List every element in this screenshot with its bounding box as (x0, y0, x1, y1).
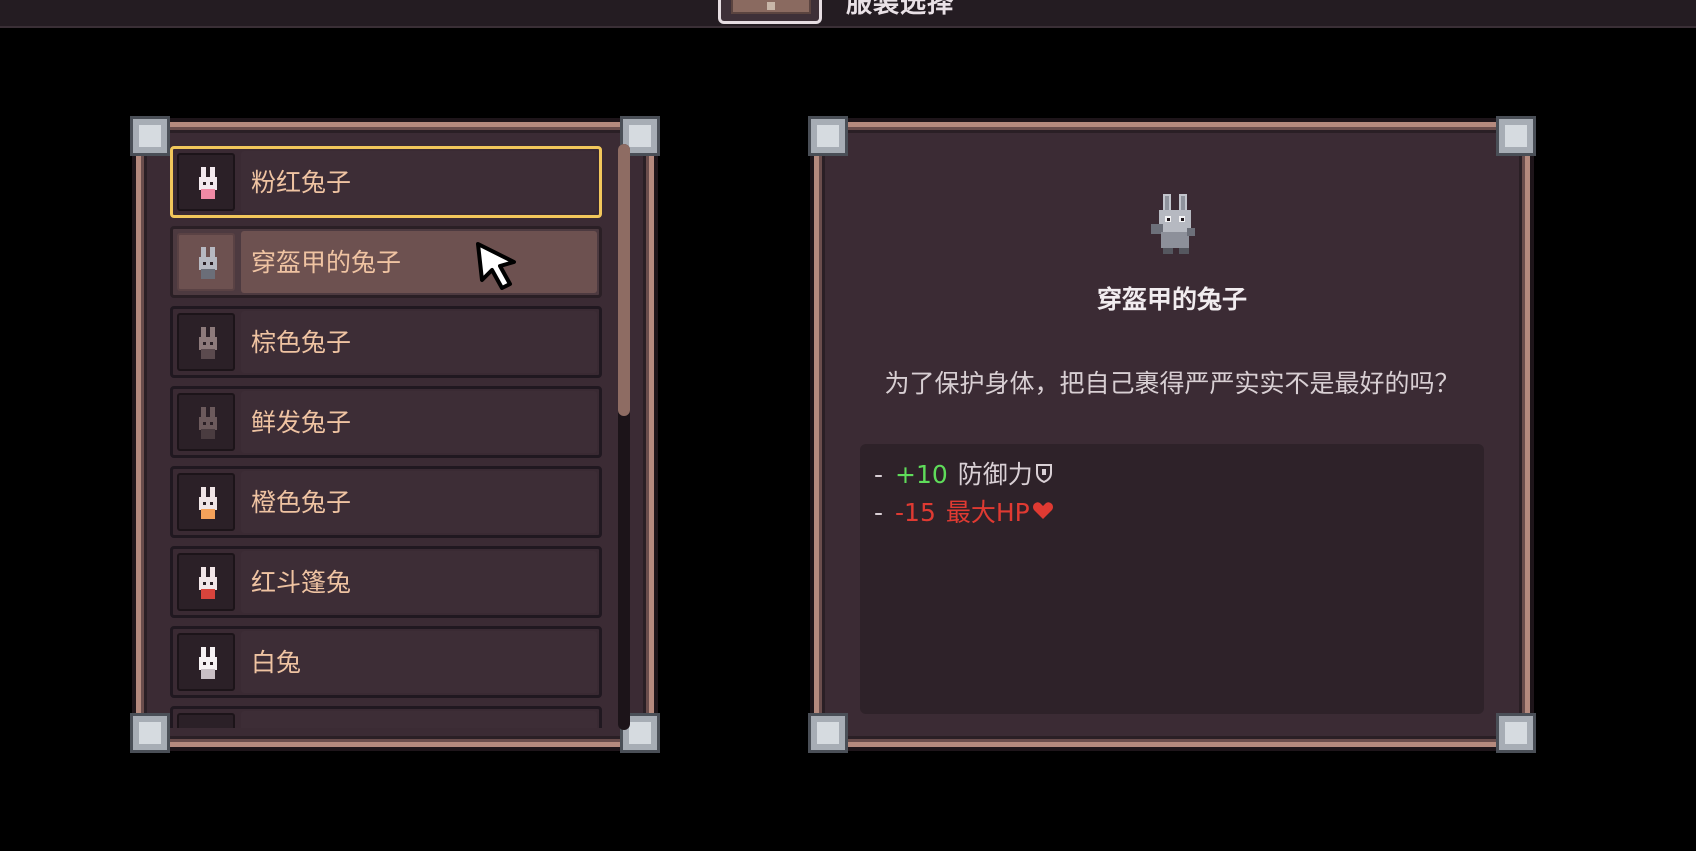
skin-list-item-partial[interactable] (170, 706, 602, 728)
stat-name: 最大HP (945, 498, 1030, 527)
skin-label: 橙色兔子 (251, 488, 352, 517)
skin-label-box: 穿盔甲的兔子 (241, 231, 597, 293)
corner-ornament (808, 713, 848, 753)
skin-label: 白兔 (251, 648, 302, 677)
stats-box: - +10 防御力 - -15 最大HP (860, 444, 1484, 714)
white-bunny-icon (177, 633, 235, 691)
skin-list-item[interactable]: 鲜发兔子 (170, 386, 602, 458)
stat-max-hp: - -15 最大HP (874, 496, 1054, 530)
scrollbar[interactable] (618, 144, 630, 730)
scrollbar-thumb[interactable] (618, 144, 630, 416)
armored-bunny-sprite (1151, 194, 1201, 256)
skin-list-item[interactable]: 穿盔甲的兔子 (170, 226, 602, 298)
stat-dash: - (874, 460, 884, 489)
screen-title: 服装选择 (846, 0, 955, 19)
orange-bunny-icon (177, 473, 235, 531)
skin-label: 红斗篷兔 (251, 568, 352, 597)
stat-value: +10 (895, 460, 948, 489)
skin-label-box: 红斗篷兔 (241, 551, 597, 613)
pink-bunny-icon (177, 153, 235, 211)
brown-bunny-icon (177, 313, 235, 371)
skin-list-item[interactable]: 白兔 (170, 626, 602, 698)
mouse-cursor-icon (474, 240, 522, 290)
skin-list-item[interactable]: 粉红兔子 (170, 146, 602, 218)
skin-description: 为了保护身体，把自己裹得严严实实不是最好的吗？ (884, 369, 1460, 398)
skin-label-box: 鲜发兔子 (241, 391, 597, 453)
stat-dash: - (874, 498, 884, 527)
stat-name: 防御力 (957, 460, 1033, 489)
skin-detail-panel: 穿盔甲的兔子 为了保护身体，把自己裹得严严实实不是最好的吗？ - +10 防御力 -… (808, 116, 1536, 753)
shield-icon (1035, 459, 1053, 493)
skin-list[interactable]: 粉红兔子穿盔甲的兔子 棕色兔子鲜发兔子橙色兔子红斗篷兔白兔 (170, 146, 602, 728)
corner-ornament (1496, 713, 1536, 753)
chest-icon (718, 0, 822, 24)
shaggy-bunny-icon (177, 393, 235, 451)
skin-label-box: 棕色兔子 (241, 311, 597, 373)
skin-list-panel: 粉红兔子穿盔甲的兔子 棕色兔子鲜发兔子橙色兔子红斗篷兔白兔 (130, 116, 660, 753)
skin-label-box: 白兔 (241, 631, 597, 693)
skin-label: 粉红兔子 (251, 168, 352, 197)
top-bar: 服装选择 (0, 0, 1696, 28)
red-hood-bunny-icon (177, 553, 235, 611)
corner-ornament (130, 713, 170, 753)
bunny-icon (177, 713, 235, 728)
skin-label: 穿盔甲的兔子 (251, 248, 402, 277)
skin-list-item[interactable]: 棕色兔子 (170, 306, 602, 378)
corner-ornament (808, 116, 848, 156)
armored-bunny-icon (177, 233, 235, 291)
skin-list-item[interactable]: 红斗篷兔 (170, 546, 602, 618)
heart-icon (1032, 497, 1054, 531)
skin-list-item[interactable]: 橙色兔子 (170, 466, 602, 538)
corner-ornament (1496, 116, 1536, 156)
skin-label: 鲜发兔子 (251, 408, 352, 437)
stat-value: -15 (895, 498, 936, 527)
skin-label-box (241, 711, 597, 728)
corner-ornament (130, 116, 170, 156)
game-screen: 服装选择 粉红兔子穿盔甲的兔子棕色兔子鲜发兔子橙色兔子红斗篷兔白兔 (0, 0, 1696, 851)
skin-name: 穿盔甲的兔子 (1096, 285, 1247, 314)
skin-label-box: 粉红兔子 (241, 151, 597, 213)
stat-defense: - +10 防御力 (874, 458, 1053, 492)
skin-label-box: 橙色兔子 (241, 471, 597, 533)
skin-label: 棕色兔子 (251, 328, 352, 357)
